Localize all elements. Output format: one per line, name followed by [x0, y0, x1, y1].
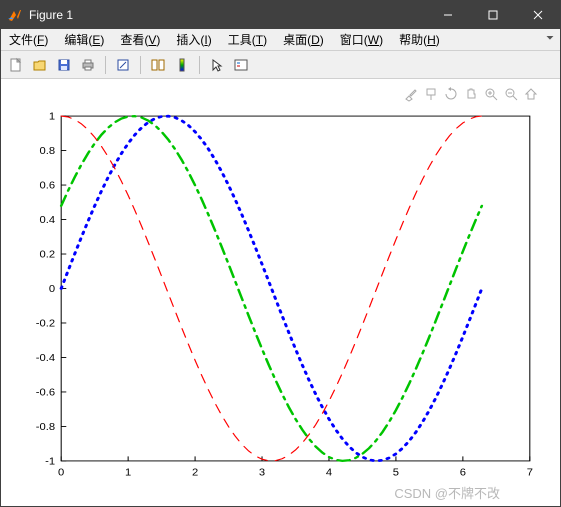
toolbar-separator — [105, 56, 106, 74]
new-figure-button[interactable] — [5, 54, 27, 76]
svg-text:2: 2 — [192, 467, 198, 478]
plot-area: 0 1 2 3 4 5 6 7 -1 -0.8 -0.6 -0.4 -0.2 0 0.2 0.4 0.6 0.8 1… — [1, 79, 560, 506]
pan-icon[interactable] — [462, 85, 480, 103]
menu-d[interactable]: 桌面(D) — [275, 29, 332, 50]
toolbar-separator — [140, 56, 141, 74]
svg-text:-0.8: -0.8 — [36, 422, 55, 433]
print-button[interactable] — [77, 54, 99, 76]
save-button[interactable] — [53, 54, 75, 76]
watermark: CSDN @不牌不改 — [394, 483, 500, 502]
axes[interactable]: 01234567-1-0.8-0.6-0.4-0.200.20.40.60.81 — [51, 107, 540, 470]
svg-text:-0.6: -0.6 — [36, 387, 55, 398]
pointer-button[interactable] — [206, 54, 228, 76]
rotate-icon[interactable] — [442, 85, 460, 103]
svg-text:1: 1 — [49, 111, 55, 122]
maximize-button[interactable] — [470, 1, 515, 29]
menubar: 文件(F)编辑(E)查看(V)插入(I)工具(T)桌面(D)窗口(W)帮助(H)… — [1, 29, 560, 51]
zoom-out-icon[interactable] — [502, 85, 520, 103]
menu-i[interactable]: 插入(I) — [168, 29, 219, 50]
figure-window: Figure 1 文件(F)编辑(E)查看(V)插入(I)工具(T)桌面(D)窗… — [0, 0, 561, 507]
window-title: Figure 1 — [29, 8, 425, 22]
edit-plot-button[interactable] — [112, 54, 134, 76]
brush-icon[interactable] — [402, 85, 420, 103]
menu-h[interactable]: 帮助(H) — [391, 29, 448, 50]
svg-text:0: 0 — [58, 467, 64, 478]
svg-text:0: 0 — [49, 284, 55, 295]
insert-colorbar-button[interactable] — [171, 54, 193, 76]
menu-t[interactable]: 工具(T) — [220, 29, 275, 50]
open-button[interactable] — [29, 54, 51, 76]
menu-w[interactable]: 窗口(W) — [332, 29, 391, 50]
toolbar — [1, 51, 560, 79]
zoom-in-icon[interactable] — [482, 85, 500, 103]
menu-f[interactable]: 文件(F) — [1, 29, 56, 50]
home-icon[interactable] — [522, 85, 540, 103]
close-button[interactable] — [515, 1, 560, 29]
minimize-button[interactable] — [425, 1, 470, 29]
axes-toolbar — [402, 85, 540, 103]
menubar-chevron-icon[interactable]: ⏷ — [546, 33, 554, 44]
matlab-icon — [7, 7, 23, 23]
datatip-icon[interactable] — [422, 85, 440, 103]
svg-text:3: 3 — [259, 467, 265, 478]
svg-text:-0.2: -0.2 — [36, 318, 55, 329]
svg-text:1: 1 — [125, 467, 131, 478]
svg-text:7: 7 — [527, 467, 533, 478]
svg-text:0.2: 0.2 — [39, 249, 55, 260]
svg-text:6: 6 — [460, 467, 466, 478]
svg-text:0.6: 0.6 — [39, 180, 55, 191]
insert-legend-button[interactable] — [230, 54, 252, 76]
menu-e[interactable]: 编辑(E) — [56, 29, 112, 50]
link-plot-button[interactable] — [147, 54, 169, 76]
svg-text:-1: -1 — [45, 456, 55, 467]
titlebar: Figure 1 — [1, 1, 560, 29]
svg-text:5: 5 — [393, 467, 399, 478]
svg-text:0.4: 0.4 — [39, 215, 55, 226]
svg-text:-0.4: -0.4 — [36, 353, 55, 364]
toolbar-separator — [199, 56, 200, 74]
menu-v[interactable]: 查看(V) — [112, 29, 168, 50]
svg-text:4: 4 — [326, 467, 332, 478]
svg-text:0.8: 0.8 — [39, 146, 55, 157]
